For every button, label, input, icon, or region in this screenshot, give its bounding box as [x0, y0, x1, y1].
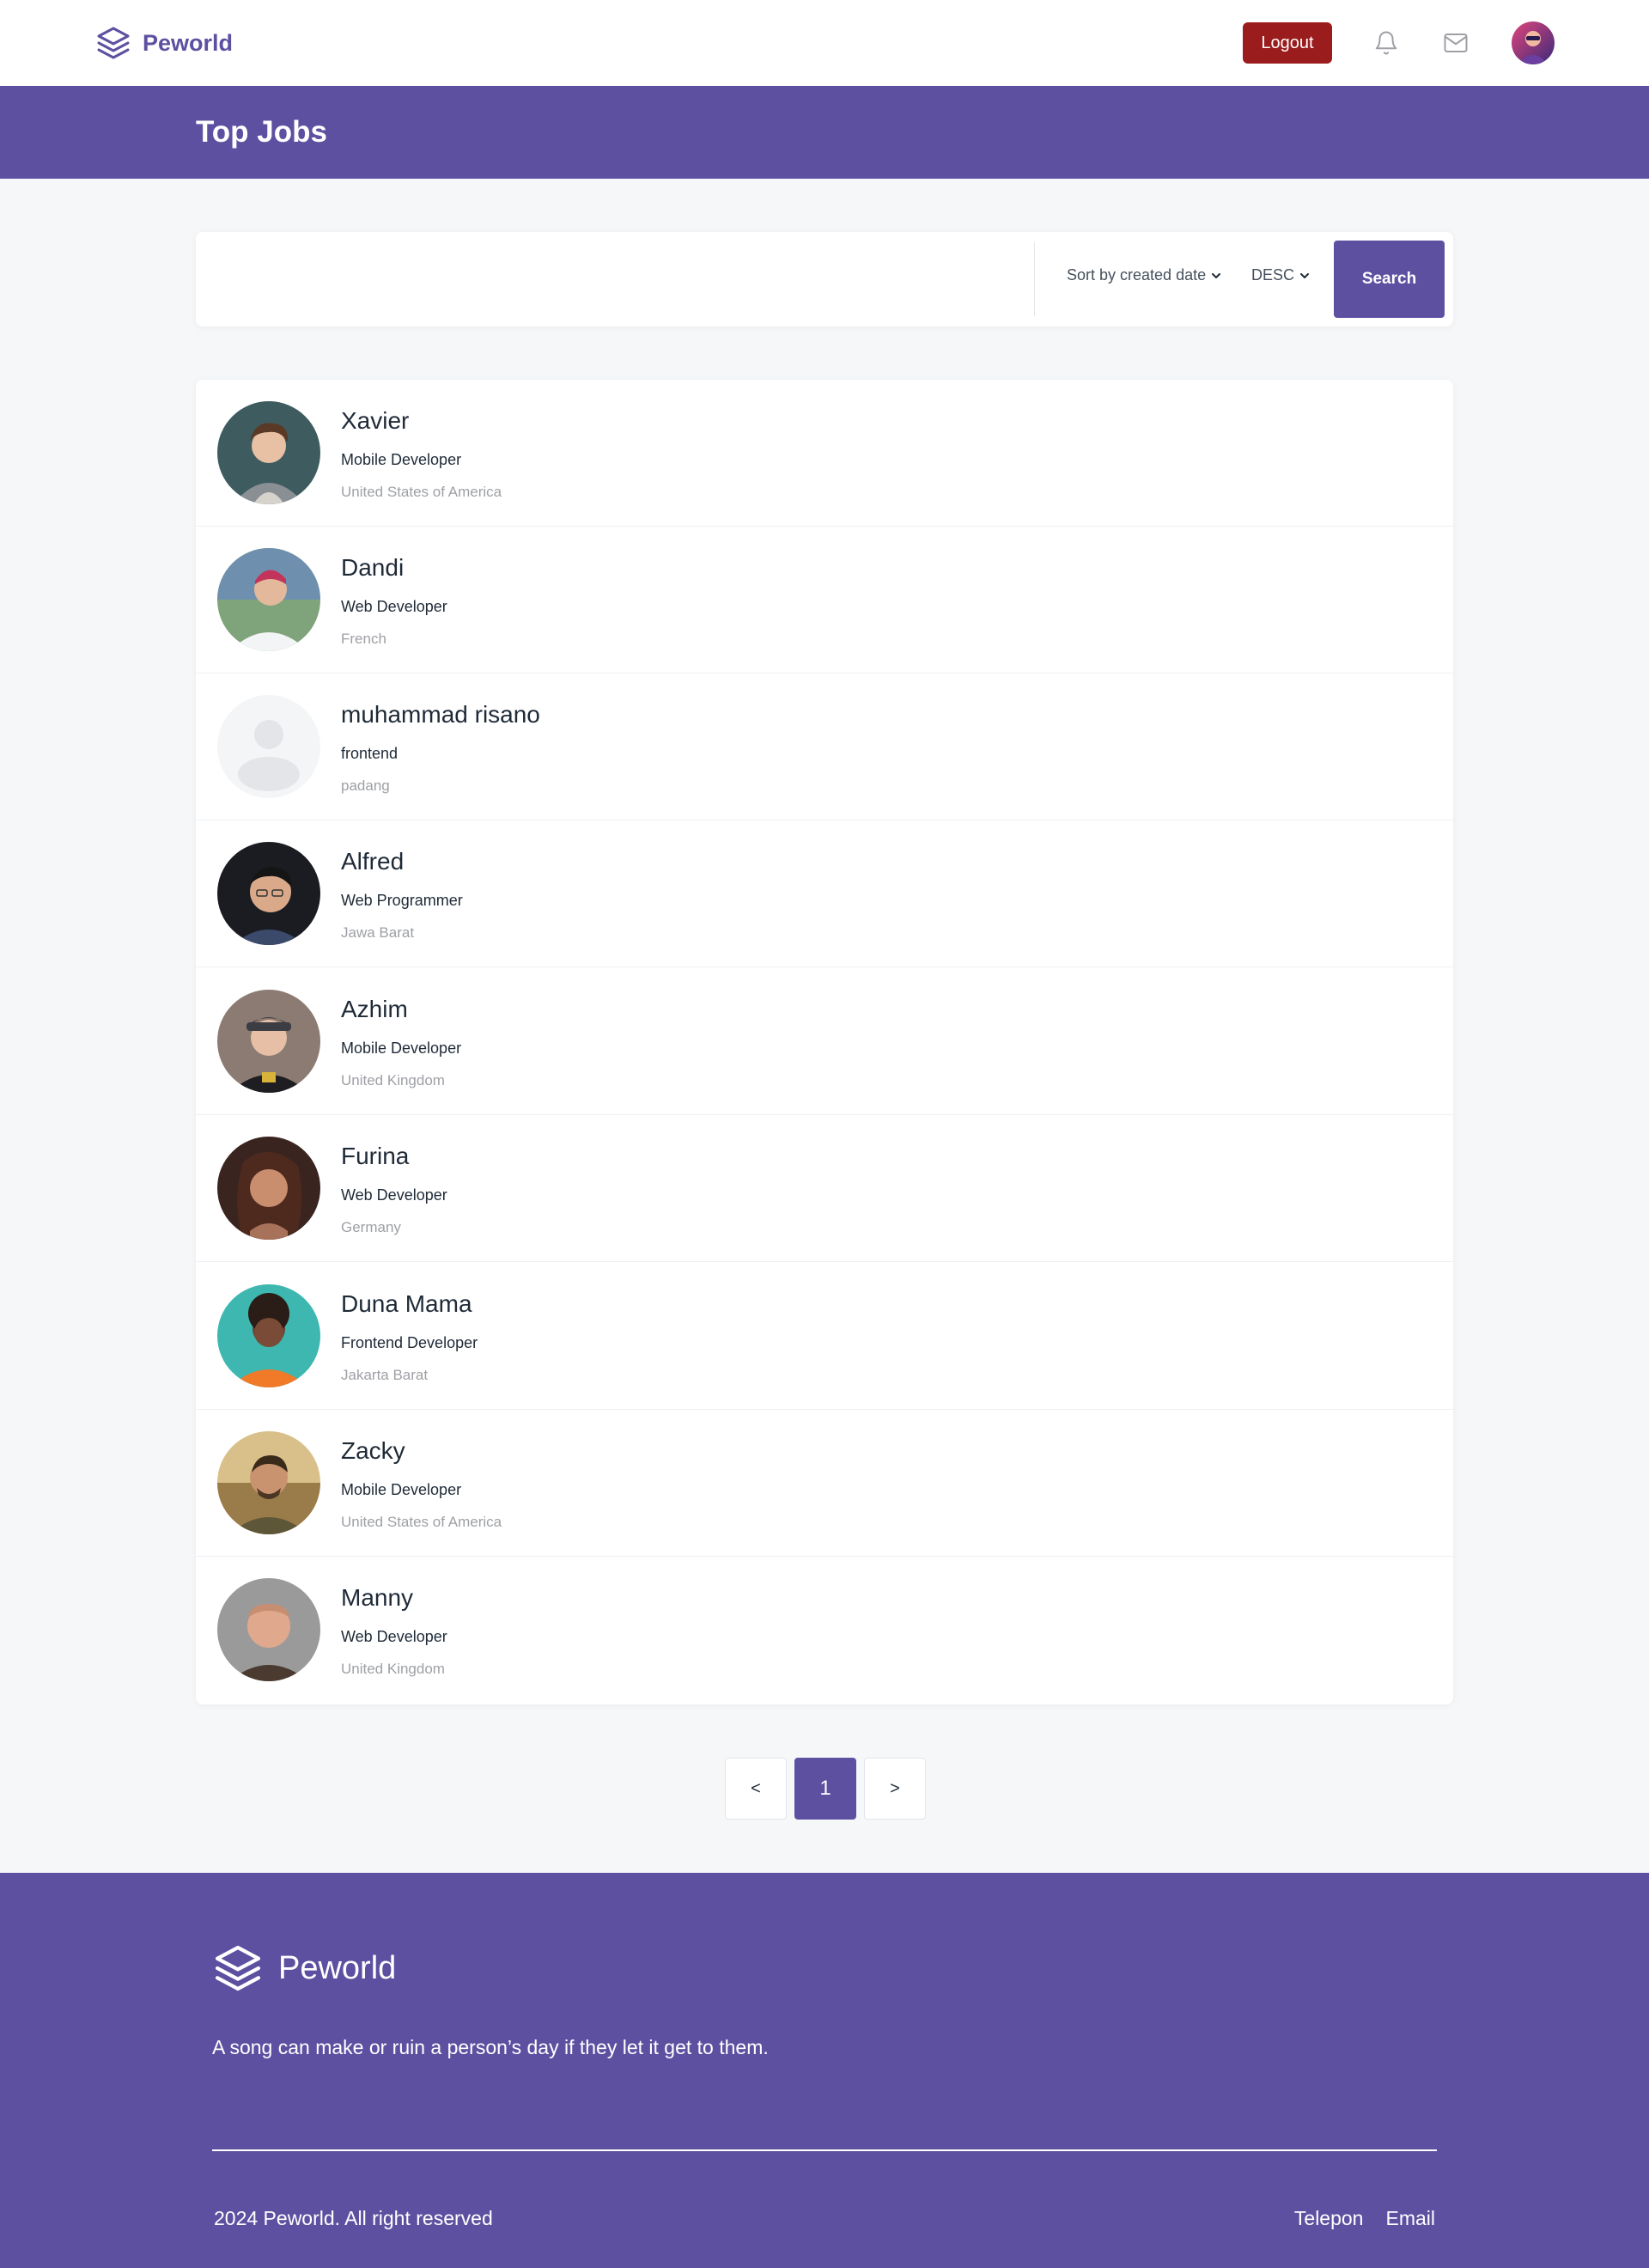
talent-job: frontend	[341, 745, 399, 762]
talent-location: Jawa Barat	[341, 924, 415, 941]
talent-name: Zacky	[341, 1437, 405, 1464]
talent-name: Duna Mama	[341, 1290, 472, 1317]
mail-icon[interactable]	[1440, 27, 1471, 58]
avatar	[217, 1284, 320, 1387]
brand-name: Peworld	[143, 29, 234, 56]
footer-link-email[interactable]: Email	[1385, 2207, 1435, 2230]
order-select-label: DESC	[1251, 266, 1295, 284]
list-item[interactable]: Azhim Mobile Developer United Kingdom	[196, 968, 1453, 1115]
page-header: Top Jobs	[0, 86, 1649, 179]
list-item[interactable]: Duna Mama Frontend Developer Jakarta Bar…	[196, 1263, 1453, 1410]
prev-page-button[interactable]: <	[725, 1758, 787, 1820]
talent-name: Furina	[341, 1143, 410, 1169]
footer-copyright: 2024 Peworld. All right reserved	[214, 2207, 493, 2229]
layers-icon	[215, 1945, 261, 1991]
avatar	[217, 1137, 320, 1240]
talent-job: Mobile Developer	[341, 451, 462, 468]
avatar	[217, 842, 320, 945]
footer-link-telepon[interactable]: Telepon	[1294, 2207, 1364, 2230]
footer: Peworld A song can make or ruin a person…	[0, 1873, 1649, 2268]
talent-name: Alfred	[341, 848, 405, 875]
search-button[interactable]: Search	[1334, 241, 1445, 318]
footer-brand: Peworld	[211, 1942, 396, 1995]
talent-name: muhammad risano	[341, 701, 540, 728]
avatar	[217, 401, 320, 504]
list-item[interactable]: Zacky Mobile Developer United States of …	[196, 1410, 1453, 1557]
talent-location: United States of America	[341, 1514, 502, 1530]
talent-location: French	[341, 631, 386, 647]
pagination: < 1 >	[725, 1758, 926, 1820]
footer-divider	[212, 2149, 1437, 2151]
talent-location: Jakarta Barat	[341, 1367, 429, 1383]
brand-logo[interactable]: Peworld	[94, 24, 233, 62]
next-page-button[interactable]: >	[864, 1758, 926, 1820]
bell-icon[interactable]	[1371, 27, 1402, 58]
talent-job: Web Developer	[341, 1186, 447, 1204]
logout-button[interactable]: Logout	[1243, 22, 1332, 64]
list-item[interactable]: Alfred Web Programmer Jawa Barat	[196, 820, 1453, 967]
talent-job: Web Programmer	[341, 892, 463, 909]
list-item[interactable]: Dandi Web Developer French	[196, 527, 1453, 674]
search-divider	[1034, 242, 1035, 316]
list-item[interactable]: muhammad risano frontend padang	[196, 674, 1453, 820]
talent-location: United Kingdom	[341, 1072, 445, 1088]
footer-tagline: A song can make or ruin a person’s day i…	[212, 2036, 769, 2058]
sort-select-label: Sort by created date	[1067, 266, 1207, 284]
list-item[interactable]: Furina Web Developer Germany	[196, 1115, 1453, 1262]
avatar	[217, 1578, 320, 1681]
talent-name: Azhim	[341, 996, 408, 1022]
page-button-current[interactable]: 1	[794, 1758, 856, 1820]
talent-job: Frontend Developer	[341, 1334, 478, 1351]
footer-brand-name: Peworld	[278, 1949, 397, 1986]
talent-name: Dandi	[341, 554, 405, 581]
footer-links: Telepon Email	[1294, 2207, 1435, 2230]
talent-job: Mobile Developer	[341, 1481, 462, 1498]
sort-select[interactable]: Sort by created date	[1067, 266, 1221, 284]
talent-job: Web Developer	[341, 1628, 447, 1645]
chevron-down-icon	[1300, 272, 1310, 278]
user-avatar[interactable]	[1512, 21, 1555, 64]
search-bar: Sort by created date DESC Search	[196, 232, 1453, 326]
avatar	[217, 990, 320, 1093]
talent-job: Mobile Developer	[341, 1040, 462, 1057]
avatar	[217, 1431, 320, 1534]
talent-job: Web Developer	[341, 598, 447, 615]
top-navbar: Peworld Logout	[0, 0, 1649, 86]
talent-name: Xavier	[341, 407, 410, 434]
search-input[interactable]	[196, 232, 1034, 326]
page-title: Top Jobs	[196, 115, 327, 149]
talent-name: Manny	[341, 1584, 414, 1611]
list-item[interactable]: Manny Web Developer United Kingdom	[196, 1557, 1453, 1704]
layers-icon	[97, 27, 130, 59]
talent-location: United Kingdom	[341, 1661, 445, 1677]
talent-location: Germany	[341, 1219, 401, 1235]
talent-list: Xavier Mobile Developer United States of…	[196, 380, 1453, 1704]
order-select[interactable]: DESC	[1251, 266, 1310, 284]
talent-location: United States of America	[341, 484, 502, 500]
talent-location: padang	[341, 777, 390, 794]
avatar	[217, 695, 320, 798]
avatar	[217, 548, 320, 651]
chevron-down-icon	[1212, 272, 1221, 278]
list-item[interactable]: Xavier Mobile Developer United States of…	[196, 380, 1453, 527]
